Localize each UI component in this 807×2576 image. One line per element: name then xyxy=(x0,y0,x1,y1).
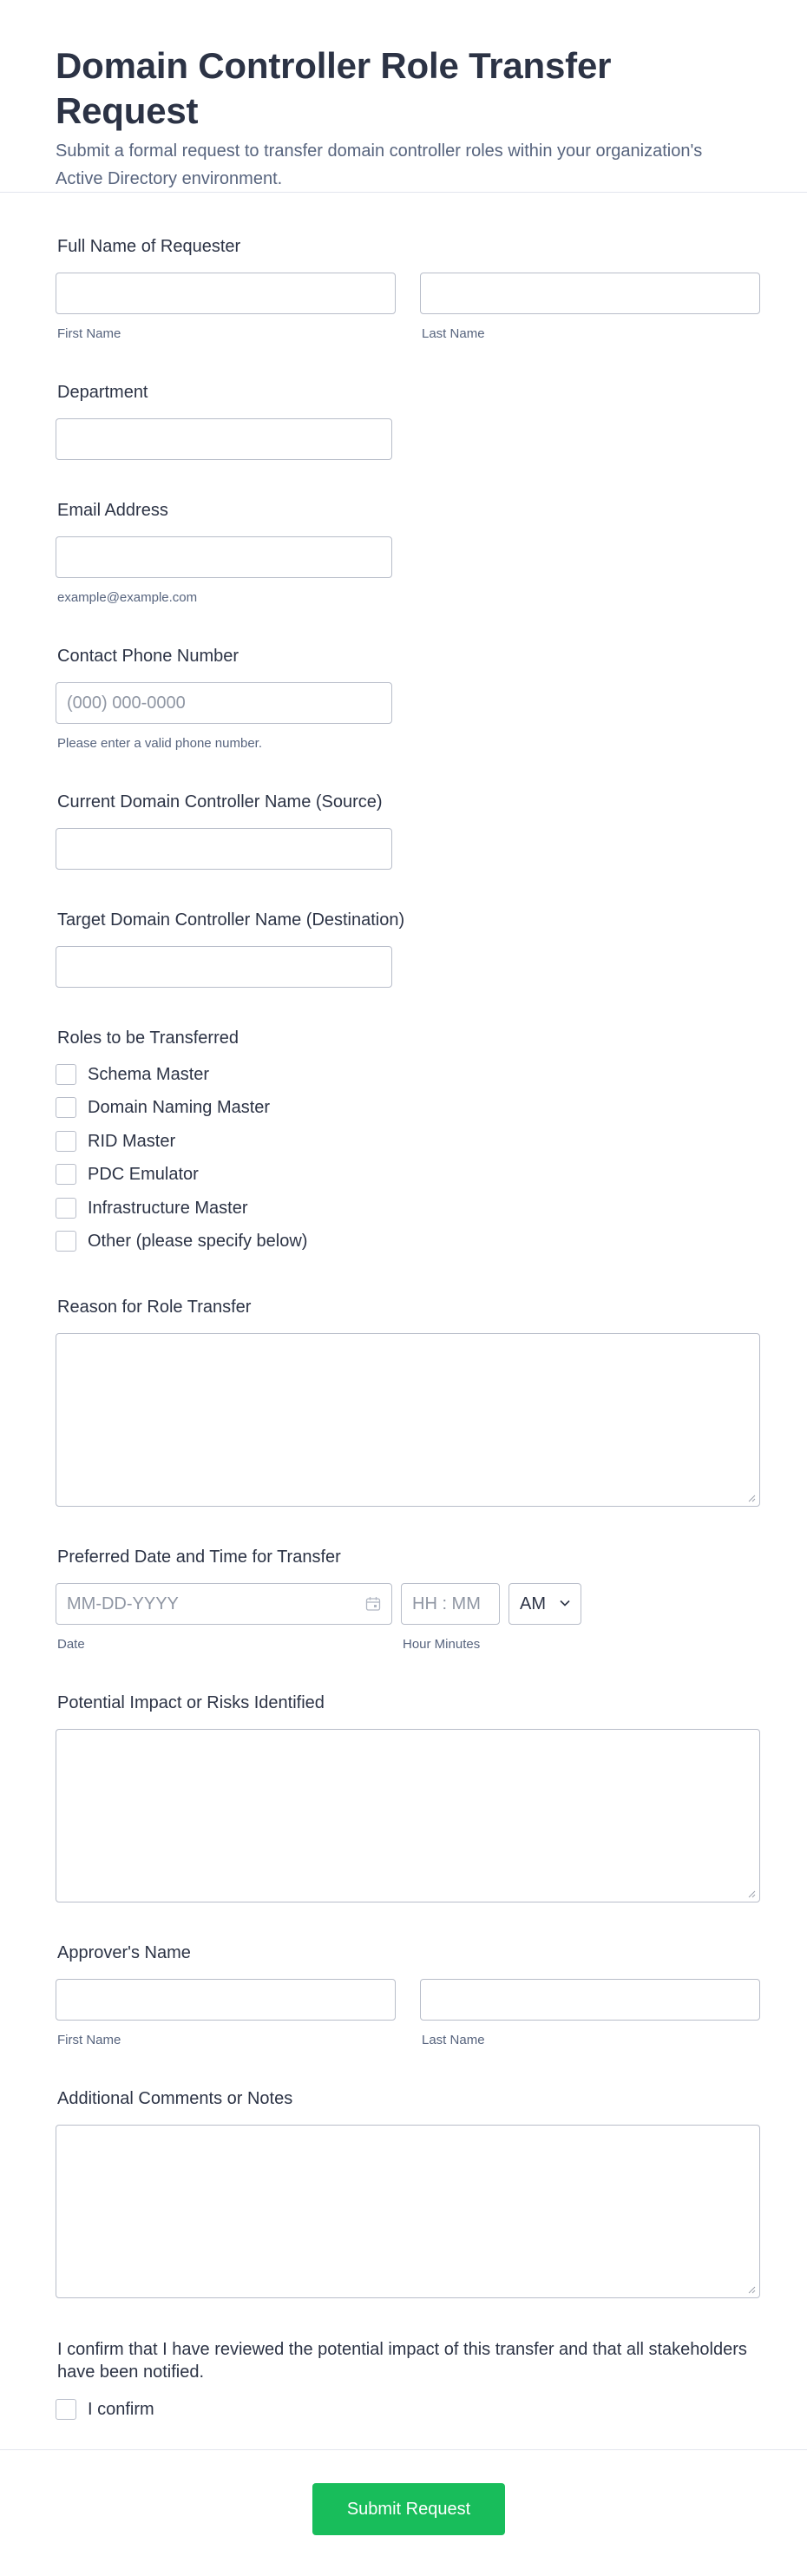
calendar-icon[interactable] xyxy=(365,1596,381,1612)
resize-grip-icon[interactable] xyxy=(747,1889,756,1898)
checkbox[interactable] xyxy=(56,1097,76,1118)
phone-sublabel: Please enter a valid phone number. xyxy=(57,736,262,751)
email-sublabel: example@example.com xyxy=(57,590,198,605)
department-field: Department xyxy=(56,382,760,469)
field-label: Target Domain Controller Name (Destinati… xyxy=(57,910,405,930)
ampm-value: AM xyxy=(520,1594,546,1613)
checkbox[interactable] xyxy=(56,1064,76,1085)
date-sublabel: Date xyxy=(57,1637,85,1652)
datetime-field: Preferred Date and Time for Transfer MM-… xyxy=(56,1547,760,1659)
phone-field: Contact Phone Number (000) 000-0000 Plea… xyxy=(56,646,760,759)
checkbox[interactable] xyxy=(56,1131,76,1152)
last-name-sublabel: Last Name xyxy=(422,2033,485,2047)
field-label: Roles to be Transferred xyxy=(57,1028,239,1048)
source-dc-field: Current Domain Controller Name (Source) xyxy=(56,792,760,878)
requester-name-field: Full Name of Requester First Name Last N… xyxy=(56,236,760,349)
role-option-other[interactable]: Other (please specify below) xyxy=(56,1229,307,1253)
first-name-sublabel: First Name xyxy=(57,2033,121,2047)
target-dc-input[interactable] xyxy=(56,946,392,988)
phone-input[interactable]: (000) 000-0000 xyxy=(56,682,392,724)
checkbox[interactable] xyxy=(56,1164,76,1185)
field-label: Additional Comments or Notes xyxy=(57,2089,293,2108)
approver-name-field: Approver's Name First Name Last Name xyxy=(56,1942,760,2055)
roles-field: Roles to be Transferred Schema Master Do… xyxy=(56,1028,760,1262)
requester-last-name-input[interactable] xyxy=(420,273,760,314)
field-label: Reason for Role Transfer xyxy=(57,1298,252,1317)
source-dc-input[interactable] xyxy=(56,828,392,870)
email-input[interactable] xyxy=(56,536,392,578)
form-footer: Submit Request xyxy=(0,2449,807,2576)
checkbox[interactable] xyxy=(56,2399,76,2420)
page-subtitle: Submit a formal request to transfer doma… xyxy=(56,141,703,188)
checkbox-label: PDC Emulator xyxy=(88,1164,199,1184)
checkbox-label: Other (please specify below) xyxy=(88,1231,308,1251)
submit-button[interactable]: Submit Request xyxy=(312,2483,505,2535)
form-header: Domain Controller Role Transfer Request … xyxy=(0,0,807,193)
field-label: Preferred Date and Time for Transfer xyxy=(57,1548,341,1567)
requester-first-name-input[interactable] xyxy=(56,273,396,314)
field-label: Department xyxy=(57,383,148,402)
time-input[interactable]: HH : MM xyxy=(401,1583,500,1625)
role-option-pdc-emulator[interactable]: PDC Emulator xyxy=(56,1162,199,1186)
first-name-sublabel: First Name xyxy=(57,326,121,341)
impact-field: Potential Impact or Risks Identified xyxy=(56,1692,760,1909)
role-option-rid-master[interactable]: RID Master xyxy=(56,1129,175,1153)
checkbox-label: I confirm xyxy=(88,2399,154,2419)
checkbox-label: Infrastructure Master xyxy=(88,1198,248,1218)
comments-textarea[interactable] xyxy=(56,2125,760,2298)
field-label: Email Address xyxy=(57,501,168,520)
impact-textarea[interactable] xyxy=(56,1729,760,1902)
field-label: Potential Impact or Risks Identified xyxy=(57,1693,325,1712)
resize-grip-icon[interactable] xyxy=(747,2285,756,2294)
field-label: Approver's Name xyxy=(57,1943,191,1962)
role-option-domain-naming-master[interactable]: Domain Naming Master xyxy=(56,1095,270,1120)
role-option-infrastructure-master[interactable]: Infrastructure Master xyxy=(56,1196,248,1220)
approver-last-name-input[interactable] xyxy=(420,1979,760,2021)
target-dc-field: Target Domain Controller Name (Destinati… xyxy=(56,910,760,996)
time-sublabel: Hour Minutes xyxy=(403,1637,481,1652)
page-title: Domain Controller Role Transfer Request xyxy=(56,45,612,131)
checkbox-label: Domain Naming Master xyxy=(88,1097,271,1117)
reason-textarea[interactable] xyxy=(56,1333,760,1507)
ampm-select[interactable]: AM xyxy=(508,1583,581,1625)
role-option-schema-master[interactable]: Schema Master xyxy=(56,1062,209,1087)
checkbox[interactable] xyxy=(56,1231,76,1252)
confirm-field: I confirm that I have reviewed the poten… xyxy=(56,2338,760,2434)
confirm-option[interactable]: I confirm xyxy=(56,2397,154,2422)
approver-first-name-input[interactable] xyxy=(56,1979,396,2021)
form-page: Domain Controller Role Transfer Request … xyxy=(0,0,807,2576)
resize-grip-icon[interactable] xyxy=(747,1494,756,1502)
field-label: Current Domain Controller Name (Source) xyxy=(57,792,383,812)
chevron-down-icon xyxy=(560,1600,570,1607)
checkbox-label: RID Master xyxy=(88,1131,176,1151)
checkbox-label: Schema Master xyxy=(88,1064,210,1084)
reason-field: Reason for Role Transfer xyxy=(56,1297,760,1514)
email-field: Email Address example@example.com xyxy=(56,500,760,613)
last-name-sublabel: Last Name xyxy=(422,326,485,341)
date-placeholder: MM-DD-YYYY xyxy=(67,1594,179,1613)
checkbox[interactable] xyxy=(56,1198,76,1219)
department-input[interactable] xyxy=(56,418,392,460)
date-input[interactable]: MM-DD-YYYY xyxy=(56,1583,392,1625)
field-label: Contact Phone Number xyxy=(57,647,239,666)
comments-field: Additional Comments or Notes xyxy=(56,2088,760,2305)
field-label: Full Name of Requester xyxy=(57,237,241,256)
field-label: I confirm that I have reviewed the poten… xyxy=(57,2340,747,2382)
